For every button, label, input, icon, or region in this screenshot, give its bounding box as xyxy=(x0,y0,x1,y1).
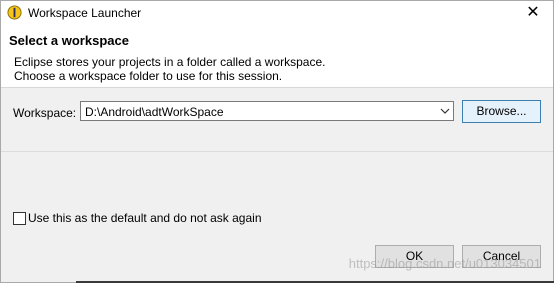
close-button[interactable]: ✕ xyxy=(523,3,543,23)
workspace-combobox[interactable]: D:\Android\adtWorkSpace xyxy=(80,101,454,121)
header-divider xyxy=(1,87,553,88)
chevron-down-icon[interactable] xyxy=(440,106,450,116)
default-checkbox[interactable] xyxy=(13,212,26,225)
header-title: Select a workspace xyxy=(9,33,129,48)
content-divider xyxy=(1,151,553,152)
workspace-launcher-dialog: Workspace Launcher ✕ Select a workspace … xyxy=(0,0,554,283)
close-icon: ✕ xyxy=(526,4,540,21)
description-line-2: Choose a workspace folder to use for thi… xyxy=(14,69,283,83)
description-line-1: Eclipse stores your projects in a folder… xyxy=(14,55,326,69)
dialog-header: Select a workspace Eclipse stores your p… xyxy=(1,25,553,87)
ok-button[interactable]: OK xyxy=(375,245,454,268)
cancel-button[interactable]: Cancel xyxy=(462,245,541,268)
workspace-label: Workspace: xyxy=(13,106,77,120)
header-description: Eclipse stores your projects in a folder… xyxy=(14,55,325,83)
eclipse-icon xyxy=(7,5,22,20)
browse-button[interactable]: Browse... xyxy=(462,100,541,123)
window-title: Workspace Launcher xyxy=(28,6,142,20)
default-checkbox-label[interactable]: Use this as the default and do not ask a… xyxy=(28,211,262,225)
workspace-path-value: D:\Android\adtWorkSpace xyxy=(85,105,224,119)
title-bar: Workspace Launcher ✕ xyxy=(1,1,553,25)
